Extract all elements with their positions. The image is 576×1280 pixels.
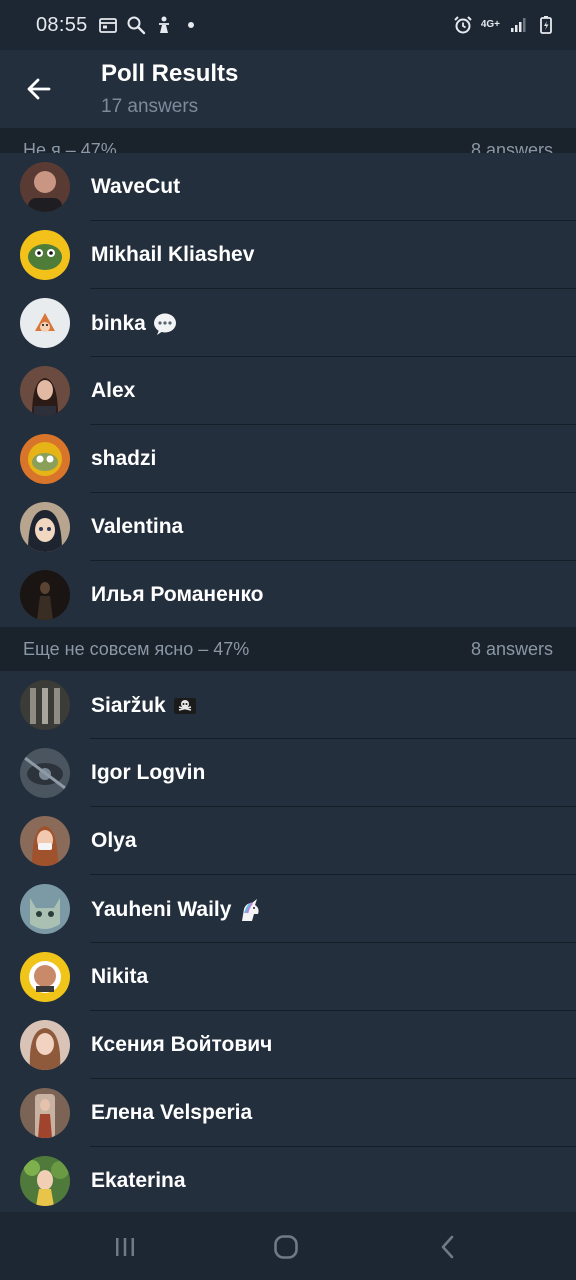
section-header-option-2: Еще не совсем ясно – 47% 8 answers <box>0 627 576 672</box>
avatar <box>20 298 70 348</box>
back-nav-button[interactable] <box>428 1232 468 1262</box>
poll-results-list[interactable]: Не я – 47% 8 answers WaveCut Mikhail Kli… <box>0 128 576 1212</box>
avatar <box>20 434 70 484</box>
avatar <box>20 162 70 212</box>
voter-row[interactable]: Yauheni Waily <box>0 875 576 943</box>
voter-row[interactable]: Илья Романенко <box>0 561 576 629</box>
avatar <box>20 502 70 552</box>
voter-row[interactable]: Mikhail Kliashev <box>0 221 576 289</box>
voter-name: Ekaterina <box>91 1169 186 1192</box>
voter-name: Valentina <box>91 515 184 538</box>
recent-apps-button[interactable] <box>105 1232 145 1262</box>
page-subtitle: 17 answers <box>101 96 199 117</box>
voter-row[interactable]: Ekaterina <box>0 1147 576 1212</box>
voter-row[interactable]: Nikita <box>0 943 576 1011</box>
voter-row[interactable]: Igor Logvin <box>0 739 576 807</box>
unicorn-emoji <box>237 897 263 923</box>
avatar <box>20 884 70 934</box>
voter-name: Siaržuk <box>91 693 198 719</box>
voter-name: Mikhail Kliashev <box>91 243 255 266</box>
home-icon <box>274 1235 298 1259</box>
avatar <box>20 680 70 730</box>
option-label: Еще не совсем ясно – 47% <box>23 639 250 659</box>
recent-apps-icon <box>116 1238 134 1256</box>
arrow-left-icon <box>27 78 51 100</box>
app-header: Poll Results 17 answers <box>0 50 576 128</box>
voter-name: binka <box>91 311 178 337</box>
status-left-icons <box>98 15 194 35</box>
voter-name: Ксения Войтович <box>91 1033 273 1056</box>
avatar <box>20 570 70 620</box>
page-title: Poll Results <box>101 60 239 87</box>
voter-name: Елена Velsperia <box>91 1101 253 1124</box>
avatar <box>20 952 70 1002</box>
status-bar: 08:55 4G+ <box>0 0 576 50</box>
voter-name: Olya <box>91 829 137 852</box>
avatar <box>20 816 70 866</box>
voter-row[interactable]: Ксения Войтович <box>0 1011 576 1079</box>
voter-name: shadzi <box>91 447 157 470</box>
status-right-icons: 4G+ <box>453 15 556 35</box>
system-nav-bar <box>0 1212 576 1280</box>
voter-name: Alex <box>91 379 136 402</box>
battery-icon <box>536 15 556 35</box>
signal-icon <box>508 15 528 35</box>
voter-row[interactable]: Olya <box>0 807 576 875</box>
alarm-icon <box>453 15 473 35</box>
pirate-flag-emoji <box>172 693 198 719</box>
back-nav-icon <box>441 1235 454 1259</box>
home-button[interactable] <box>266 1232 306 1262</box>
status-time: 08:55 <box>36 13 88 36</box>
speech-bubble-emoji <box>152 311 178 337</box>
voter-row[interactable]: Siaržuk <box>0 671 576 739</box>
back-button[interactable] <box>18 68 60 110</box>
avatar <box>20 230 70 280</box>
voter-name: Nikita <box>91 965 149 988</box>
avatar <box>20 1020 70 1070</box>
avatar <box>20 748 70 798</box>
avatar <box>20 366 70 416</box>
option-answer-count: 8 answers <box>470 639 553 659</box>
voter-name: Yauheni Waily <box>91 897 263 923</box>
voter-row[interactable]: binka <box>0 289 576 357</box>
notification-dot <box>187 22 194 28</box>
avatar <box>20 1156 70 1206</box>
voter-row[interactable]: Alex <box>0 357 576 425</box>
voter-row[interactable]: Елена Velsperia <box>0 1079 576 1147</box>
network-4g-icon: 4G+ <box>480 19 500 30</box>
voter-name: Илья Романенко <box>91 583 264 606</box>
calendar-icon <box>98 15 118 35</box>
search-icon <box>126 15 146 35</box>
voter-row[interactable]: shadzi <box>0 425 576 493</box>
voter-name: WaveCut <box>91 175 181 198</box>
voter-row[interactable]: WaveCut <box>0 153 576 221</box>
voter-row[interactable]: Valentina <box>0 493 576 561</box>
voter-name: Igor Logvin <box>91 761 206 784</box>
figure-icon <box>154 15 174 35</box>
avatar <box>20 1088 70 1138</box>
